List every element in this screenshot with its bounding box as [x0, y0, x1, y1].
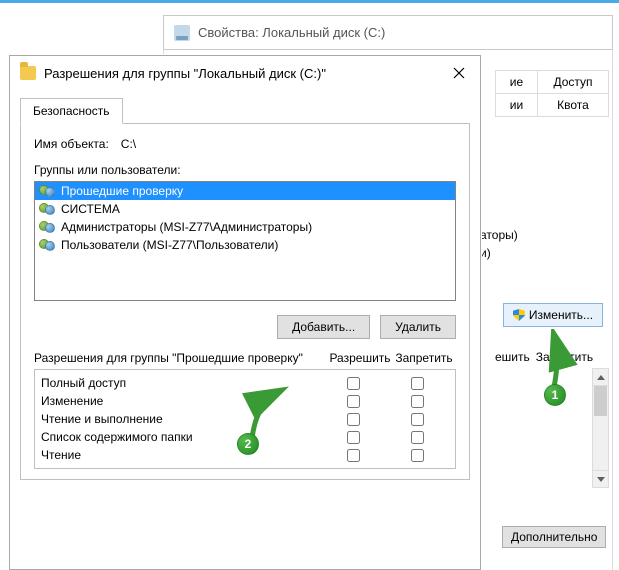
deny-checkbox[interactable]: [411, 431, 424, 444]
perm-header-row: Разрешения для группы "Прошедшие проверк…: [34, 351, 456, 365]
perm-name: Изменение: [41, 394, 321, 408]
perm-row: Чтение и выполнение: [41, 410, 449, 428]
list-item-label: Прошедшие проверку: [61, 184, 183, 198]
tab-stub-quota[interactable]: Квота: [537, 94, 609, 117]
object-label: Имя объекта:: [34, 137, 109, 151]
close-button[interactable]: [444, 60, 474, 86]
users-icon: [39, 238, 57, 252]
folder-icon: [20, 66, 36, 80]
bg-group-stub-1: аторы): [480, 228, 518, 242]
perm-row: Изменение: [41, 392, 449, 410]
allow-checkbox[interactable]: [347, 413, 360, 426]
object-value: C:\: [121, 137, 136, 151]
tab-panel: Имя объекта: C:\ Группы или пользователи…: [20, 123, 470, 480]
bg-col-deny: Запретить: [536, 350, 593, 364]
col-deny: Запретить: [392, 351, 456, 365]
perm-name: Список содержимого папки: [41, 430, 321, 444]
users-listbox[interactable]: Прошедшие проверку СИСТЕМА Администратор…: [34, 181, 456, 301]
deny-checkbox[interactable]: [411, 413, 424, 426]
list-item-label: СИСТЕМА: [61, 202, 120, 216]
allow-checkbox[interactable]: [347, 377, 360, 390]
remove-button[interactable]: Удалить: [380, 315, 456, 339]
groups-label: Группы или пользователи:: [34, 163, 456, 177]
add-button[interactable]: Добавить...: [277, 315, 370, 339]
permissions-dialog: Разрешения для группы "Локальный диск (C…: [9, 55, 481, 570]
tab-stub-2a[interactable]: ии: [495, 94, 537, 117]
properties-window-title: Свойства: Локальный диск (C:): [198, 25, 385, 40]
list-item[interactable]: Прошедшие проверку: [35, 182, 455, 200]
allow-checkbox[interactable]: [347, 431, 360, 444]
tab-stub-access[interactable]: Доступ: [537, 70, 609, 94]
advanced-button[interactable]: Дополнительно: [502, 526, 606, 548]
bg-group-stub-2: и): [480, 246, 518, 260]
deny-checkbox[interactable]: [411, 395, 424, 408]
tab-stub-1a[interactable]: ие: [495, 70, 537, 94]
properties-window-titlebar: Свойства: Локальный диск (C:): [163, 15, 613, 50]
list-item[interactable]: Администраторы (MSI-Z77\Администраторы): [35, 218, 455, 236]
annotation-badge-2: 2: [237, 433, 259, 455]
permissions-for-label: Разрешения для группы "Прошедшие проверк…: [34, 351, 328, 365]
list-item-label: Администраторы (MSI-Z77\Администраторы): [61, 220, 312, 234]
object-row: Имя объекта: C:\: [34, 137, 456, 151]
scroll-up-button[interactable]: [593, 369, 608, 386]
dialog-titlebar: Разрешения для группы "Локальный диск (C…: [10, 56, 480, 90]
scroll-thumb[interactable]: [594, 386, 607, 416]
tab-security[interactable]: Безопасность: [20, 98, 123, 124]
bg-col-allow: ешить: [495, 350, 530, 364]
edit-button[interactable]: Изменить...: [503, 303, 603, 327]
allow-checkbox[interactable]: [347, 395, 360, 408]
users-icon: [39, 202, 57, 216]
list-item-label: Пользователи (MSI-Z77\Пользователи): [61, 238, 278, 252]
perm-name: Чтение и выполнение: [41, 412, 321, 426]
close-icon: [453, 67, 465, 79]
chevron-down-icon: [597, 477, 605, 482]
col-allow: Разрешить: [328, 351, 392, 365]
bg-perm-headers: ешить Запретить: [495, 350, 593, 364]
list-item[interactable]: Пользователи (MSI-Z77\Пользователи): [35, 236, 455, 254]
list-item[interactable]: СИСТЕМА: [35, 200, 455, 218]
shield-icon: [513, 309, 525, 321]
properties-tabs-stub: ие Доступ ии Квота: [495, 70, 611, 117]
perm-row: Полный доступ: [41, 374, 449, 392]
deny-checkbox[interactable]: [411, 449, 424, 462]
dialog-title: Разрешения для группы "Локальный диск (C…: [44, 66, 436, 81]
users-icon: [39, 220, 57, 234]
disk-icon: [174, 25, 190, 41]
scroll-down-button[interactable]: [593, 470, 608, 487]
users-icon: [39, 184, 57, 198]
allow-checkbox[interactable]: [347, 449, 360, 462]
edit-button-label: Изменить...: [529, 308, 593, 322]
user-buttons-row: Добавить... Удалить: [34, 315, 456, 339]
perm-name: Полный доступ: [41, 376, 321, 390]
bg-scrollbar[interactable]: [592, 368, 609, 488]
perm-name: Чтение: [41, 448, 321, 462]
dialog-tabs: Безопасность Имя объекта: C:\ Группы или…: [10, 90, 480, 480]
deny-checkbox[interactable]: [411, 377, 424, 390]
annotation-badge-1: 1: [544, 384, 566, 406]
bg-group-stub: аторы) и): [480, 228, 518, 260]
chevron-up-icon: [597, 375, 605, 380]
